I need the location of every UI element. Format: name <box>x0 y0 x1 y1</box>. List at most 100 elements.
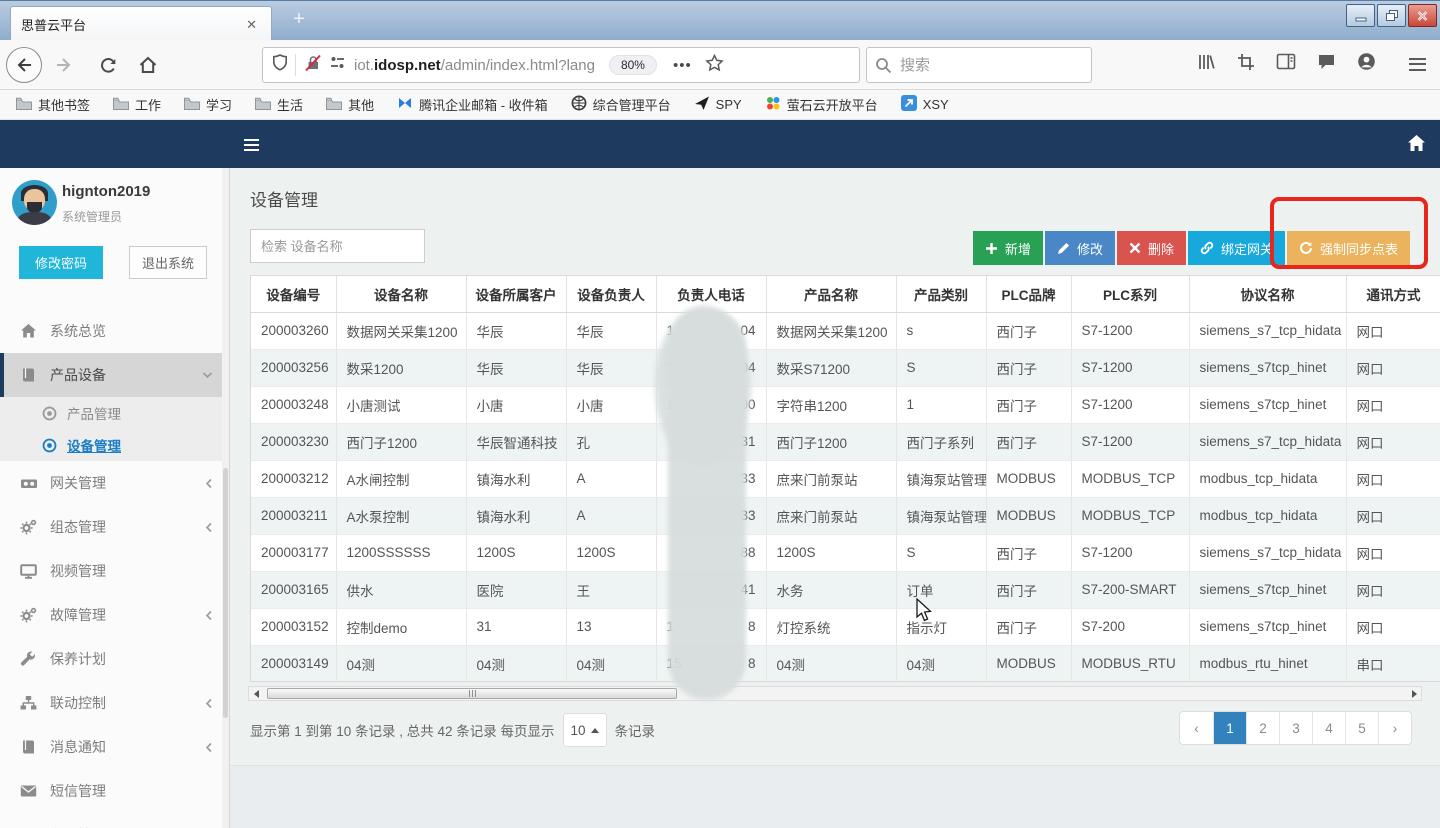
bookmark-item[interactable]: 生活 <box>255 95 303 114</box>
table-row[interactable]: 200003248小唐测试小唐小唐100字符串12001西门子S7-1200si… <box>251 386 1440 423</box>
screenshot-crop-icon[interactable] <box>1237 53 1255 76</box>
back-button[interactable] <box>6 47 42 83</box>
sidebar-item-保养计划[interactable]: 保养计划 <box>0 637 229 681</box>
new-tab-button[interactable]: + <box>286 7 312 33</box>
scroll-left-arrow[interactable] <box>249 687 263 700</box>
bookmark-item[interactable]: 工作 <box>113 95 161 114</box>
column-header[interactable]: 协议名称 <box>1189 276 1346 312</box>
menu-hamburger-icon[interactable] <box>1409 54 1426 74</box>
column-header[interactable]: 设备所属客户 <box>466 276 566 312</box>
bookmark-item[interactable]: 其他 <box>326 95 374 114</box>
table-row[interactable]: 20000314904测04测04测15804测04测MODBUSMODBUS_… <box>251 645 1440 682</box>
bookmark-item[interactable]: 学习 <box>184 95 232 114</box>
bookmark-label: 其他 <box>348 95 374 114</box>
logout-button[interactable]: 退出系统 <box>129 246 207 279</box>
bookmark-item[interactable]: XSY <box>901 95 949 114</box>
page-button-4[interactable]: 4 <box>1312 712 1345 744</box>
library-icon[interactable] <box>1197 53 1216 76</box>
window-restore-button[interactable] <box>1377 4 1406 27</box>
table-row[interactable]: 200003211A水泵控制镇海水利A33庶来门前泵站镇海泵站管理MODBUSM… <box>251 497 1440 534</box>
page-button-5[interactable]: 5 <box>1345 712 1378 744</box>
browser-tab[interactable]: 思普云平台 ✕ <box>10 6 272 41</box>
table-row[interactable]: 200003256数采1200华辰华辰104数采S71200S西门子S7-120… <box>251 349 1440 386</box>
page-button-‹[interactable]: ‹ <box>1180 712 1213 744</box>
page-actions-icon[interactable]: ••• <box>673 57 692 74</box>
add-button[interactable]: 新增 <box>973 231 1043 265</box>
browser-search-bar[interactable] <box>866 47 1092 83</box>
submenu-item-设备管理[interactable]: 设备管理 <box>0 429 229 461</box>
device-search-input[interactable] <box>250 229 425 263</box>
horizontal-scrollbar[interactable] <box>248 686 1422 701</box>
column-header[interactable]: 产品类别 <box>896 276 986 312</box>
table-row[interactable]: 200003260数据网关采集1200华辰华辰104数据网关采集1200s西门子… <box>251 312 1440 349</box>
bookmark-item[interactable]: 其他书签 <box>16 95 90 114</box>
pocket-bubble-icon[interactable] <box>1317 53 1336 76</box>
sidebar-item-联动控制[interactable]: 联动控制 <box>0 681 229 725</box>
page-button-2[interactable]: 2 <box>1246 712 1279 744</box>
table-row[interactable]: 200003230西门子1200华辰智通科技孔31西门子1200西门子系列西门子… <box>251 423 1440 460</box>
forward-button[interactable] <box>46 47 82 83</box>
column-header[interactable]: 设备编号 <box>251 276 336 312</box>
bookmark-star-icon[interactable] <box>705 54 724 77</box>
account-icon[interactable] <box>1357 52 1376 76</box>
submenu-item-产品管理[interactable]: 产品管理 <box>0 397 229 429</box>
sidebar-scrollbar[interactable] <box>222 168 229 828</box>
sidebar-item-消息通知[interactable]: 消息通知 <box>0 725 229 769</box>
sidebar-item-系统总览[interactable]: 系统总览 <box>0 309 229 353</box>
change-password-button[interactable]: 修改密码 <box>19 246 103 279</box>
page-button-›[interactable]: › <box>1378 712 1411 744</box>
zoom-level-badge[interactable]: 80% <box>609 55 657 75</box>
column-header[interactable]: 设备负责人 <box>566 276 656 312</box>
sidebar-item-产品设备[interactable]: 产品设备 <box>0 353 229 397</box>
sidebar-item-视频管理[interactable]: 视频管理 <box>0 549 229 593</box>
avatar[interactable] <box>12 180 57 225</box>
sidebar-item-故障管理[interactable]: 故障管理 <box>0 593 229 637</box>
app-home-icon[interactable] <box>1407 134 1426 157</box>
bookmark-item[interactable]: SPY <box>694 95 742 114</box>
column-header[interactable]: 设备名称 <box>336 276 466 312</box>
table-row[interactable]: 200003212A水闸控制镇海水利A33庶来门前泵站镇海泵站管理MODBUSM… <box>251 460 1440 497</box>
tracking-shield-icon[interactable] <box>271 53 289 77</box>
browser-search-input[interactable] <box>900 57 1060 74</box>
sidebars-icon[interactable] <box>1276 53 1296 75</box>
insecure-lock-icon[interactable] <box>304 54 322 77</box>
tab-close-icon[interactable]: ✕ <box>242 16 261 33</box>
sidebar-item-组态管理[interactable]: 组态管理 <box>0 505 229 549</box>
home-button[interactable] <box>130 47 166 83</box>
page-button-1[interactable]: 1 <box>1213 712 1246 744</box>
table-row[interactable]: 2000031771200SSSSSS1200S1200S881200SS西门子… <box>251 534 1440 571</box>
sidebar-item-网关管理[interactable]: 网关管理 <box>0 461 229 505</box>
chevron-left-icon <box>205 610 213 621</box>
column-header[interactable]: PLC系列 <box>1071 276 1189 312</box>
scroll-right-arrow[interactable] <box>1407 687 1421 700</box>
device-table-container: 设备编号设备名称设备所属客户设备负责人负责人电话产品名称产品类别PLC品牌PLC… <box>250 275 1440 682</box>
column-header[interactable]: 产品名称 <box>766 276 896 312</box>
table-row[interactable]: 200003165供水医院王41水务订单西门子S7-200-SMARTsieme… <box>251 571 1440 608</box>
bookmark-item[interactable]: 腾讯企业邮箱 - 收件箱 <box>397 95 548 114</box>
cell-name: 供水 <box>336 571 466 608</box>
scrollbar-thumb[interactable] <box>267 688 677 699</box>
page-size-dropdown[interactable]: 10 <box>563 713 607 747</box>
column-header[interactable]: 通讯方式 <box>1346 276 1440 312</box>
edit-button[interactable]: 修改 <box>1045 231 1115 265</box>
table-row[interactable]: 200003152控制demo311318灯控系统指示灯西门子S7-200sie… <box>251 608 1440 645</box>
cell-plc_series: S7-200 <box>1071 608 1189 645</box>
page-button-3[interactable]: 3 <box>1279 712 1312 744</box>
app-header <box>0 120 1440 168</box>
reload-button[interactable] <box>90 47 126 83</box>
bookmark-item[interactable]: 综合管理平台 <box>571 95 671 114</box>
bookmark-item[interactable]: 萤石云开放平台 <box>765 95 878 114</box>
permissions-icon[interactable] <box>329 55 346 75</box>
window-minimize-button[interactable] <box>1346 4 1375 27</box>
column-header[interactable]: PLC品牌 <box>986 276 1071 312</box>
url-bar[interactable]: iot.idosp.net/admin/index.html?lang 80% … <box>262 47 860 83</box>
delete-button[interactable]: 删除 <box>1117 231 1186 265</box>
sidebar-toggle-icon[interactable] <box>244 136 259 154</box>
url-text: iot.idosp.net/admin/index.html?lang <box>354 57 595 74</box>
main-content: 设备管理 新增修改删除绑定网关强制同步点表 设备编号设备名称设备所属客户设备负责… <box>230 168 1440 828</box>
cell-plc_series: MODBUS_RTU <box>1071 645 1189 682</box>
window-close-button[interactable] <box>1408 4 1437 27</box>
submenu: 产品管理设备管理 <box>0 397 229 461</box>
sidebar-item-车间管理[interactable]: 车间管理 <box>0 813 229 828</box>
sidebar-item-短信管理[interactable]: 短信管理 <box>0 769 229 813</box>
